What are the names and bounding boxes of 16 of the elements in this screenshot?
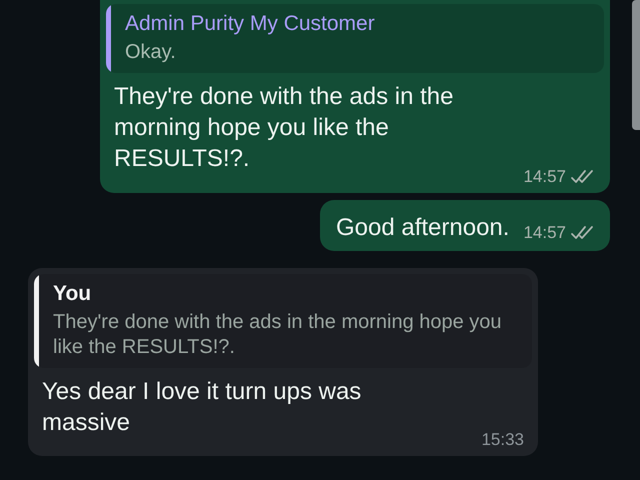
message-text: They're done with the ads in the morning hope you like the RESULTS!?. — [114, 82, 454, 174]
quote-text: Okay. — [125, 40, 177, 65]
message-bubble[interactable]: Admin Purity My Customer Okay. They're done with the ads in the morning hope you like the RESULTS!?. 14:57 — [100, 0, 610, 193]
quoted-message[interactable]: Admin Purity My Customer Okay. — [106, 4, 604, 73]
scroll-thumb[interactable] — [632, 0, 640, 130]
message-time: 14:57 — [523, 166, 566, 187]
message-time: 14:57 — [523, 222, 566, 243]
message-text: Good afternoon. — [336, 212, 510, 243]
message-time: 15:33 — [481, 430, 524, 450]
message-text: Yes dear I love it turn ups was massive — [42, 376, 362, 438]
message-bubble[interactable]: Good afternoon. 14:57 — [320, 200, 610, 251]
quote-author: Admin Purity My Customer — [125, 12, 375, 36]
quoted-message[interactable]: You They're done with the ads in the morning hope you like the RESULTS!?. — [34, 274, 532, 368]
quote-author: You — [53, 282, 92, 306]
quote-text: They're done with the ads in the morning hope you like the RESULTS!?. — [53, 310, 503, 360]
message-bubble[interactable]: You They're done with the ads in the morning hope you like the RESULTS!?. Yes dear I love it turn ups was massive 15:33 — [28, 268, 538, 456]
